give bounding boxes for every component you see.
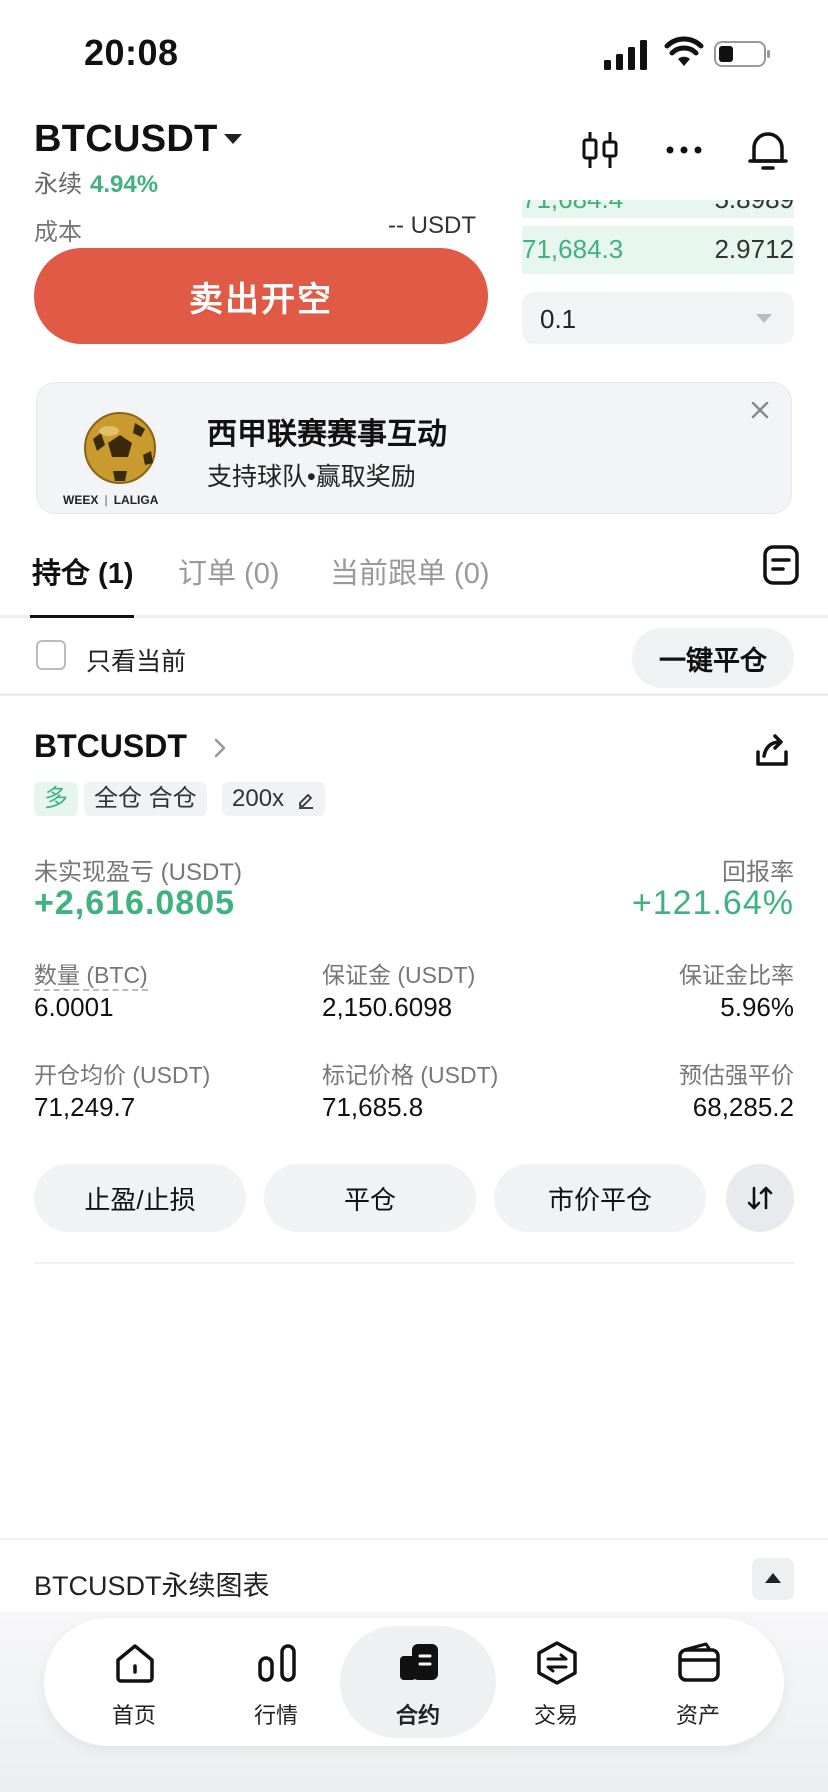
margin-ratio-value: 5.96% <box>720 992 794 1022</box>
leverage-value: 200x <box>232 785 285 812</box>
share-icon[interactable] <box>752 732 792 770</box>
margin-label: 保证金 (USDT) <box>322 962 476 988</box>
depth-select-value: 0.1 <box>540 304 577 334</box>
close-icon[interactable] <box>749 399 771 421</box>
brand-logo: WEEX | LALIGA <box>63 493 159 507</box>
nav-assets[interactable]: 资产 <box>628 1618 768 1746</box>
futures-icon <box>400 1644 438 1680</box>
nav-futures-label: 合约 <box>395 1703 440 1728</box>
caret-up-icon <box>765 1573 781 1583</box>
quantity-label[interactable]: 数量 (BTC) <box>34 956 148 991</box>
quantity-value: 6.0001 <box>34 992 114 1022</box>
battery-icon <box>714 41 770 67</box>
mark-price-label: 标记价格 (USDT) <box>322 1062 499 1088</box>
tab-orders[interactable]: 订单 (0) <box>178 550 280 592</box>
chevron-right-icon[interactable] <box>212 736 228 760</box>
cost-label: 成本 <box>34 219 82 246</box>
nav-market[interactable]: 行情 <box>206 1618 346 1746</box>
nav-market-label: 行情 <box>253 1703 298 1728</box>
symbol-subtitle: 永续 4.94% <box>34 164 158 199</box>
edit-icon <box>298 793 313 809</box>
position-symbol[interactable]: BTCUSDT <box>34 728 187 765</box>
margin-mode-tag: 全仓 合仓 <box>84 782 207 816</box>
swap-arrows-icon <box>747 1186 773 1210</box>
roi-label: 回报率 <box>722 859 794 886</box>
current-only-checkbox[interactable] <box>36 640 66 670</box>
header: BTCUSDT 永续 4.94% <box>0 110 828 200</box>
margin-ratio-label: 保证金比率 <box>679 962 794 988</box>
nav-trade-label: 交易 <box>533 1703 578 1728</box>
nav-home-label: 首页 <box>111 1703 156 1728</box>
golden-football-icon <box>84 412 156 484</box>
market-close-button[interactable]: 市价平仓 <box>494 1164 706 1232</box>
symbol-title[interactable]: BTCUSDT <box>34 118 218 161</box>
sell-open-short-button[interactable]: 卖出开空 <box>34 248 488 344</box>
chevron-down-icon <box>756 314 772 323</box>
nav-futures[interactable]: 合约 <box>340 1618 496 1746</box>
tab-positions[interactable]: 持仓 (1) <box>32 550 134 592</box>
order-book-price: 71,684.4 <box>522 200 623 215</box>
cellular-signal-icon <box>604 40 647 70</box>
more-icon[interactable] <box>662 128 706 172</box>
order-book-row[interactable]: 71,684.3 2.9712 <box>522 226 794 274</box>
brand-weex: WEEX <box>63 493 99 507</box>
cost-value: -- USDT <box>388 212 476 239</box>
tp-sl-button[interactable]: 止盈/止损 <box>34 1164 246 1232</box>
document-icon[interactable] <box>762 544 800 586</box>
close-all-button[interactable]: 一键平仓 <box>632 628 794 688</box>
status-time: 20:08 <box>84 32 179 73</box>
nav-assets-label: 资产 <box>675 1703 720 1728</box>
contract-type-label: 永续 <box>34 171 82 198</box>
candlestick-chart-icon[interactable] <box>578 128 622 172</box>
chart-bar[interactable]: BTCUSDT永续图表 <box>0 1538 828 1618</box>
order-book: 71,684.4 5.8989 71,684.3 2.9712 <box>522 200 794 276</box>
order-book-qty: 2.9712 <box>714 234 794 264</box>
bell-icon[interactable] <box>746 128 790 172</box>
quantity-label-text: 数量 (BTC) <box>34 962 148 991</box>
promo-banner[interactable]: WEEX | LALIGA 西甲联赛赛事互动 支持球队•赢取奖励 <box>36 382 792 514</box>
close-position-button[interactable]: 平仓 <box>264 1164 476 1232</box>
depth-select[interactable]: 0.1 <box>522 292 794 344</box>
nav-trade[interactable]: 交易 <box>486 1618 626 1746</box>
home-icon <box>116 1644 154 1683</box>
current-only-label[interactable]: 只看当前 <box>86 642 186 678</box>
unrealized-pnl-value: +2,616.0805 <box>34 884 236 922</box>
banner-title: 西甲联赛赛事互动 <box>207 418 447 451</box>
change-percent: 4.94% <box>90 171 159 198</box>
leverage-tag[interactable]: 200x <box>222 782 325 816</box>
bottom-nav: 首页 行情 合约 交易 资产 <box>44 1618 784 1746</box>
wifi-icon <box>664 36 704 66</box>
filter-row: 只看当前 一键平仓 <box>0 620 828 696</box>
liquidation-price-value: 68,285.2 <box>692 1092 794 1122</box>
chart-bar-title: BTCUSDT永续图表 <box>34 1571 270 1601</box>
entry-price-label: 开仓均价 (USDT) <box>34 1062 211 1088</box>
liquidation-price-label: 预估强平价 <box>679 1062 794 1088</box>
brand-laliga: LALIGA <box>113 493 159 507</box>
order-book-qty: 5.8989 <box>714 200 794 215</box>
trade-icon <box>537 1641 577 1685</box>
margin-value: 2,150.6098 <box>322 992 453 1022</box>
nav-home[interactable]: 首页 <box>64 1618 204 1746</box>
order-book-row[interactable]: 71,684.4 5.8989 <box>522 200 794 218</box>
divider <box>34 1262 794 1264</box>
banner-subtitle: 支持球队•赢取奖励 <box>207 463 416 491</box>
side-tag: 多 <box>34 782 78 816</box>
active-tab-indicator <box>30 615 134 618</box>
wallet-icon <box>678 1642 720 1682</box>
entry-price-value: 71,249.7 <box>34 1092 136 1122</box>
market-icon <box>258 1644 296 1682</box>
roi-value: +121.64% <box>631 884 794 922</box>
symbol-dropdown-icon[interactable] <box>224 134 242 144</box>
unrealized-pnl-label: 未实现盈亏 (USDT) <box>34 859 242 886</box>
position-tabs: 持仓 (1) 订单 (0) 当前跟单 (0) <box>0 530 828 618</box>
mark-price-value: 71,685.8 <box>322 1092 424 1122</box>
chart-expand-button[interactable] <box>752 1558 794 1600</box>
reverse-position-button[interactable] <box>726 1164 794 1232</box>
status-bar: 20:08 <box>0 0 828 110</box>
order-book-price: 71,684.3 <box>522 234 624 264</box>
tab-copy-trading[interactable]: 当前跟单 (0) <box>330 550 490 592</box>
